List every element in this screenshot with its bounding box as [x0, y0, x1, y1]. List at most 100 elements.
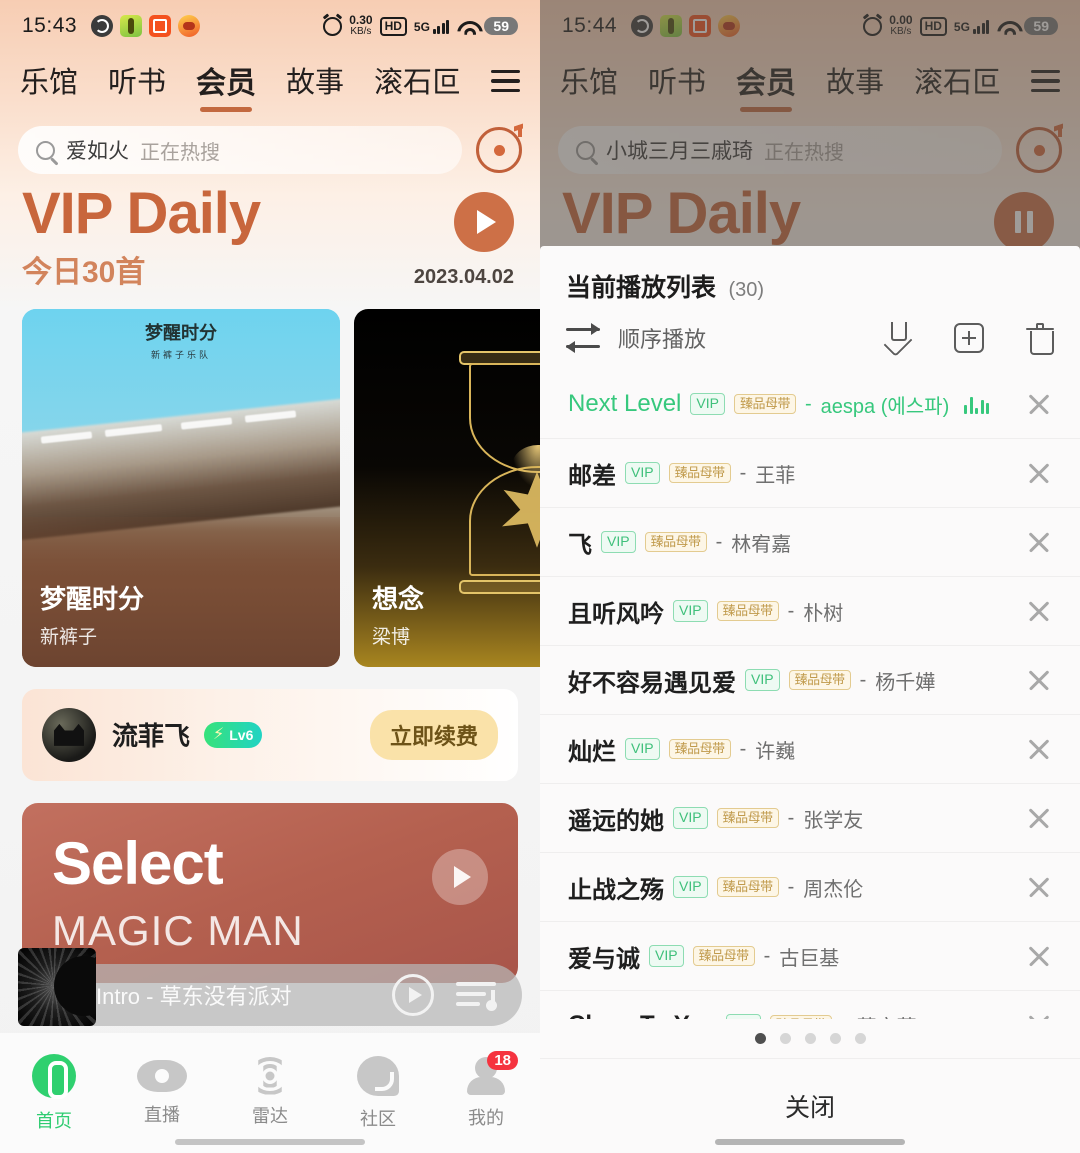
table-row[interactable]: 飞 VIP 臻品母带 - 林宥嘉 — [540, 508, 1080, 577]
album-card-mengxingshifen[interactable]: 梦醒时分 新裤子乐队 梦醒时分 新裤子 — [22, 308, 340, 667]
close-icon[interactable] — [1024, 527, 1054, 557]
album-artist: 新裤子 — [40, 626, 98, 648]
profile-icon: 18 — [464, 1050, 518, 1095]
radar-icon — [246, 1056, 294, 1095]
playlist-song-list[interactable]: Next Level VIP 臻品母带 - aespa (에스파) 邮差 VIP… — [540, 370, 1080, 1019]
tab-yueguan[interactable]: 乐馆 — [20, 59, 78, 111]
trash-icon[interactable] — [1026, 322, 1054, 355]
avatar[interactable] — [42, 707, 96, 762]
close-icon[interactable] — [1024, 665, 1054, 695]
album-title: 梦醒时分 — [40, 583, 145, 614]
green-app-icon — [120, 15, 143, 37]
master-badge: 臻品母带 — [644, 531, 707, 553]
page-dot[interactable] — [854, 1033, 866, 1044]
song-title: 好不容易遇见爱 — [568, 669, 736, 697]
vip-user-bar[interactable]: 流菲飞 ⚡ Lv6 立即续费 — [22, 688, 518, 781]
nav-item-live[interactable]: 直播 — [108, 1033, 216, 1153]
close-icon[interactable] — [1024, 596, 1054, 626]
close-icon[interactable] — [1024, 734, 1054, 764]
tab-huiyuan[interactable]: 会员 — [196, 58, 256, 112]
mini-player[interactable]: Intro - 草东没有派对 — [18, 948, 522, 1026]
select-banner[interactable]: Select MAGIC MAN — [22, 802, 518, 983]
song-info: 邮差 VIP 臻品母带 - 王菲 — [568, 456, 795, 491]
note-glyph — [509, 123, 523, 141]
playlist-actions — [882, 322, 1054, 355]
close-icon[interactable] — [1024, 803, 1054, 833]
nav-item-community[interactable]: 社区 — [324, 1033, 432, 1153]
hero-play-button[interactable] — [454, 192, 514, 252]
loop-icon[interactable] — [566, 323, 600, 353]
table-row[interactable]: 止战之殇 VIP 臻品母带 - 周杰伦 — [540, 853, 1080, 922]
table-row[interactable]: 灿烂 VIP 臻品母带 - 许巍 — [540, 715, 1080, 784]
close-icon[interactable] — [1024, 389, 1054, 419]
playlist-title: 当前播放列表 — [566, 274, 717, 302]
page-dots[interactable] — [540, 1019, 1080, 1059]
song-info: 飞 VIP 臻品母带 - 林宥嘉 — [568, 525, 791, 560]
song-separator: - — [787, 806, 795, 829]
page-dot[interactable] — [779, 1033, 791, 1044]
playlist-sheet: 当前播放列表 (30) 顺序播放 Next Level VIP 臻品母带 - a… — [540, 246, 1080, 1153]
album-artist: 梁博 — [372, 626, 411, 648]
close-icon[interactable] — [1024, 1010, 1054, 1019]
table-row[interactable]: 爱与诚 VIP 臻品母带 - 古巨基 — [540, 922, 1080, 991]
table-row[interactable]: Close To You VIP 臻品母带 - 莫文蔚 — [540, 991, 1080, 1019]
vip-badge: VIP — [745, 669, 780, 691]
song-artist: 杨千嬅 — [875, 671, 936, 694]
page-dot-active[interactable] — [754, 1033, 766, 1044]
hamburger-icon[interactable] — [491, 69, 520, 101]
close-icon[interactable] — [1024, 458, 1054, 488]
browser-icon — [91, 15, 114, 37]
play-icon[interactable] — [392, 974, 434, 1016]
table-row[interactable]: 邮差 VIP 臻品母带 - 王菲 — [540, 439, 1080, 508]
page-dot[interactable] — [829, 1033, 841, 1044]
download-icon[interactable] — [882, 322, 912, 354]
master-badge: 臻品母带 — [716, 876, 779, 898]
song-artist: 张学友 — [803, 809, 864, 832]
song-artist: 莫文蔚 — [857, 1011, 917, 1020]
album-title: 想念 — [372, 583, 425, 614]
close-icon[interactable] — [1024, 872, 1054, 902]
vip-badge: VIP — [673, 876, 708, 898]
song-info: Close To You VIP 臻品母带 - 莫文蔚 — [568, 1011, 917, 1020]
nav-item-radar[interactable]: 雷达 — [216, 1033, 324, 1153]
home-indicator — [175, 1139, 365, 1145]
song-info: 好不容易遇见爱 VIP 臻品母带 - 杨千嬅 — [568, 663, 935, 698]
table-row[interactable]: 且听风吟 VIP 臻品母带 - 朴树 — [540, 577, 1080, 646]
renew-button[interactable]: 立即续费 — [369, 709, 498, 760]
page-dot[interactable] — [804, 1033, 816, 1044]
playlist-toolbar: 顺序播放 — [540, 304, 1080, 370]
disc-note-icon[interactable] — [476, 123, 523, 173]
playlist-count: (30) — [728, 279, 765, 301]
cover-caption-title: 梦醒时分 — [145, 322, 217, 343]
tab-gunshi[interactable]: 滚石叵 — [374, 59, 461, 111]
page-title: VIP Daily — [22, 181, 261, 246]
dual-screenshot-stage: 15:43 0.30 KB/s HD 5G 59 乐馆 听书 会员 故事 滚石叵… — [0, 0, 1080, 1153]
cover-caption: 梦醒时分 新裤子乐队 — [22, 319, 340, 361]
tab-gushi[interactable]: 故事 — [286, 59, 344, 111]
search-input[interactable]: 爱如火 正在热搜 — [18, 126, 462, 174]
song-title: 止战之殇 — [568, 876, 664, 904]
home-indicator — [715, 1139, 905, 1145]
song-title: Close To You — [568, 1011, 717, 1019]
playlist-icon[interactable] — [456, 980, 497, 1011]
play-mode-label[interactable]: 顺序播放 — [618, 322, 706, 354]
tab-tingshu[interactable]: 听书 — [108, 59, 166, 111]
live-eye-icon — [137, 1059, 187, 1092]
community-icon — [357, 1055, 399, 1096]
bolt-icon: ⚡ — [213, 725, 225, 743]
close-icon[interactable] — [1024, 941, 1054, 971]
master-badge: 臻品母带 — [692, 945, 755, 967]
song-artist: 林宥嘉 — [731, 533, 792, 556]
add-to-playlist-icon[interactable] — [954, 323, 984, 353]
table-row[interactable]: 好不容易遇见爱 VIP 臻品母带 - 杨千嬅 — [540, 646, 1080, 715]
cover-caption-sub: 新裤子乐队 — [150, 349, 211, 360]
table-row[interactable]: 遥远的她 VIP 臻品母带 - 张学友 — [540, 784, 1080, 853]
nav-item-home[interactable]: 首页 — [0, 1033, 108, 1153]
nav-label: 我的 — [468, 1107, 504, 1128]
select-play-button[interactable] — [432, 848, 488, 905]
nav-item-profile[interactable]: 18 我的 — [432, 1033, 540, 1153]
table-row[interactable]: Next Level VIP 臻品母带 - aespa (에스파) — [540, 370, 1080, 439]
status-bar-left: 15:43 0.30 KB/s HD 5G 59 — [0, 0, 540, 52]
master-badge: 臻品母带 — [668, 738, 731, 760]
album-card-xiangnian[interactable]: 想念 梁博 — [354, 308, 540, 667]
